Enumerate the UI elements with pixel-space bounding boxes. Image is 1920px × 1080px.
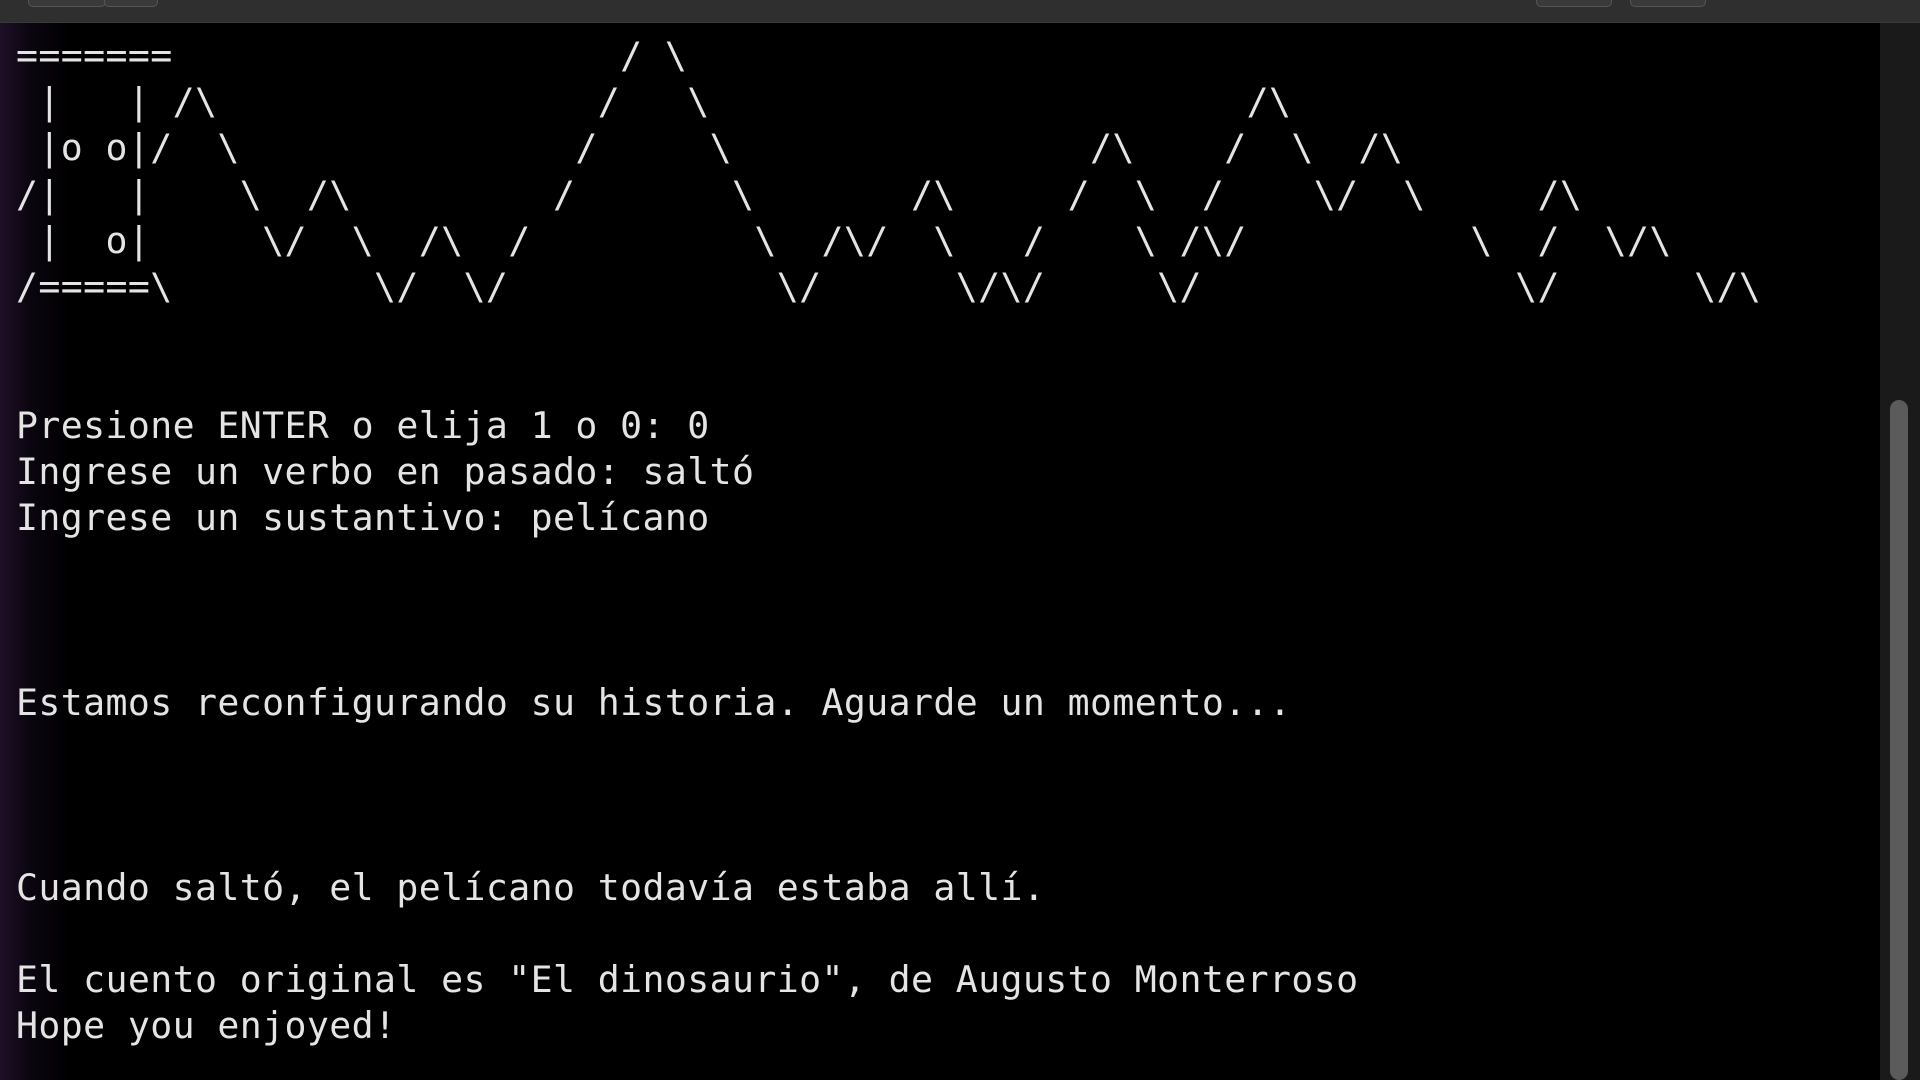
terminal-text: ======= / \ | | /\ / \ /\ |o o|/ \ / \ /… <box>16 33 1761 1049</box>
prompt-verb: Ingrese un verbo en pasado: saltó <box>16 449 755 493</box>
header-right-button-secondary[interactable] <box>1630 0 1706 7</box>
terminal-window: ======= / \ | | /\ / \ /\ |o o|/ \ / \ /… <box>0 0 1920 1080</box>
header-left-button[interactable] <box>28 0 106 7</box>
prompt-menu-choice: Presione ENTER o elija 1 o 0: 0 <box>16 403 710 447</box>
farewell-message: Hope you enjoyed! <box>16 1004 397 1048</box>
prompt-noun: Ingrese un sustantivo: pelícano <box>16 496 710 540</box>
header-left-button-secondary[interactable] <box>104 0 158 7</box>
original-story-credit: El cuento original es "El dinosaurio", d… <box>16 958 1359 1002</box>
status-message: Estamos reconfigurando su historia. Agua… <box>16 680 1292 724</box>
generated-story: Cuando saltó, el pelícano todavía estaba… <box>16 865 1046 909</box>
scrollbar-thumb[interactable] <box>1890 400 1908 1080</box>
header-right-button[interactable] <box>1536 0 1612 7</box>
terminal-output[interactable]: ======= / \ | | /\ / \ /\ |o o|/ \ / \ /… <box>0 23 1880 1080</box>
ascii-art-banner: ======= / \ | | /\ / \ /\ |o o|/ \ / \ /… <box>16 34 1762 309</box>
title-bar <box>0 0 1920 23</box>
